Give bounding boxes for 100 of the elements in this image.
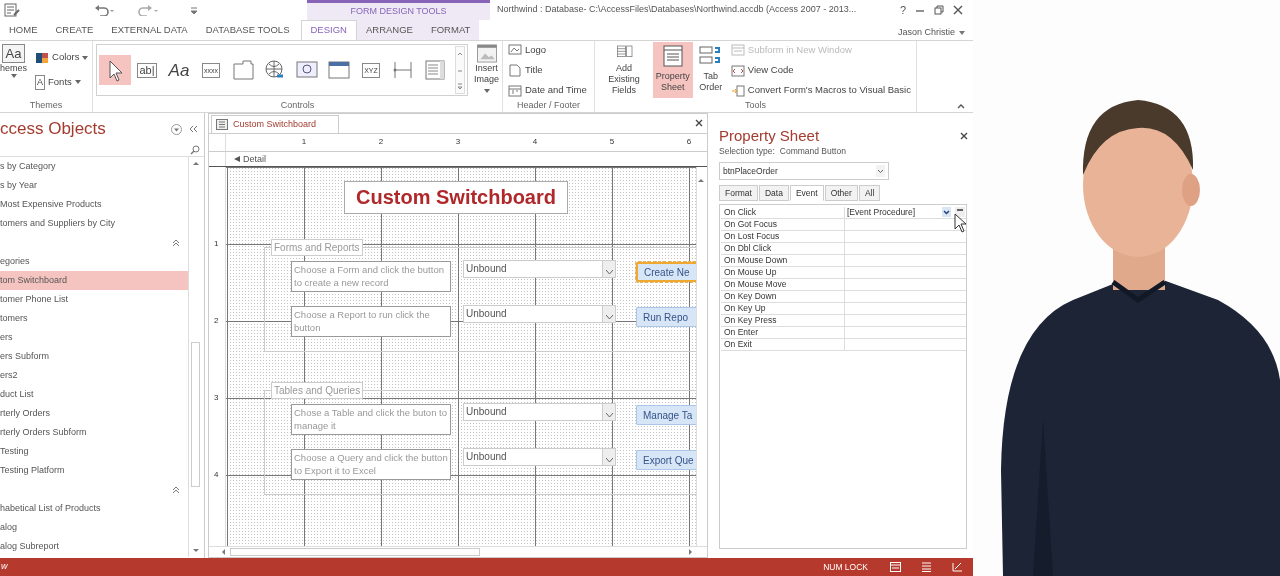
page-icon: [508, 63, 522, 77]
ruler-number: 2: [377, 136, 385, 148]
title-button[interactable]: Title: [506, 61, 589, 79]
tab-control-icon: [231, 58, 255, 82]
layout-view-icon[interactable]: [921, 562, 932, 572]
logo-button[interactable]: Logo: [506, 41, 589, 58]
nav-item[interactable]: s by Year: [0, 176, 188, 195]
colors-button[interactable]: Colors: [33, 49, 91, 66]
pointer-tool[interactable]: [99, 55, 131, 85]
sheet-tab[interactable]: All: [858, 185, 881, 201]
group-label: Tools: [744, 99, 767, 112]
nav-item[interactable]: habetical List of Products: [0, 499, 188, 518]
close-icon[interactable]: [953, 5, 963, 15]
command-button[interactable]: Create Ne: [636, 262, 696, 282]
collapse-ribbon-icon[interactable]: [957, 103, 965, 109]
themes-button[interactable]: Aa hemes: [0, 42, 30, 98]
nav-item[interactable]: Testing: [0, 442, 188, 461]
combo-box[interactable]: Unbound: [463, 448, 616, 466]
redo-icon[interactable]: [138, 4, 158, 16]
calendar-icon: [508, 83, 522, 97]
collapse-icon[interactable]: [172, 238, 180, 247]
nav-item[interactable]: tom Switchboard: [0, 271, 188, 290]
add-existing-fields-button[interactable]: Add Existing Fields: [598, 42, 650, 98]
nav-item[interactable]: Most Expensive Products: [0, 195, 188, 214]
combo-box[interactable]: Unbound: [463, 260, 616, 278]
form-view-icon[interactable]: [890, 562, 901, 572]
ribbon-tab[interactable]: DATABASE TOOLS: [196, 20, 299, 40]
combo-box[interactable]: Unbound: [463, 305, 616, 323]
object-combo[interactable]: btnPlaceOrder: [719, 162, 889, 180]
property-value[interactable]: [Event Procedure]: [845, 207, 966, 219]
property-sheet-button[interactable]: Property Sheet: [652, 42, 693, 98]
nav-item[interactable]: tomers: [0, 309, 188, 328]
ribbon-tab[interactable]: EXTERNAL DATA: [102, 20, 197, 40]
builder-icon[interactable]: [955, 207, 965, 217]
convert-button[interactable]: Convert Form's Macros to Visual Basic: [728, 82, 913, 99]
nav-item[interactable]: Testing Platform: [0, 461, 188, 480]
undo-icon[interactable]: [94, 4, 114, 16]
close-icon[interactable]: [695, 119, 703, 127]
group-label: Header / Footer: [516, 99, 581, 112]
nav-item[interactable]: ers Subform: [0, 347, 188, 366]
caret-icon: [959, 30, 965, 35]
collapse-icon[interactable]: [172, 485, 180, 494]
design-view-icon[interactable]: [952, 562, 963, 572]
combo-box[interactable]: Unbound: [463, 403, 616, 421]
restore-icon[interactable]: [934, 5, 944, 15]
document-tab[interactable]: Custom Switchboard: [211, 115, 340, 133]
form-icon[interactable]: [4, 3, 20, 17]
datetime-button[interactable]: Date and Time: [506, 82, 589, 99]
help-button[interactable]: ?: [899, 4, 906, 16]
ribbon-tab[interactable]: HOME: [0, 20, 47, 40]
property-name: On Mouse Up: [721, 267, 845, 279]
ruler-number: 5: [608, 136, 616, 148]
sheet-tab[interactable]: Data: [758, 185, 789, 201]
dropdown-arrow-icon[interactable]: [942, 207, 951, 217]
property-sheet-icon: [660, 44, 685, 68]
ribbon-tab[interactable]: CREATE: [46, 20, 103, 40]
nav-item[interactable]: tomer Phone List: [0, 290, 188, 309]
ruler-number: 1: [300, 136, 308, 148]
scroll-right-icon[interactable]: [687, 548, 695, 556]
nav-item[interactable]: rterly Orders: [0, 404, 188, 423]
search-icon[interactable]: [190, 145, 200, 155]
convert-icon: [730, 83, 745, 97]
sheet-tab[interactable]: Event: [789, 185, 824, 201]
code-button[interactable]: View Code: [728, 61, 913, 79]
fonts-button[interactable]: A Fonts: [33, 73, 91, 91]
nav-item[interactable]: rterly Orders Subform: [0, 423, 188, 442]
pane-title: ccess Objects: [0, 118, 106, 141]
sheet-tab[interactable]: Format: [719, 185, 758, 201]
command-button[interactable]: Manage Ta: [636, 405, 696, 425]
nav-item[interactable]: s by Category: [0, 157, 188, 176]
ribbon-tab[interactable]: ARRANGE: [356, 20, 422, 40]
command-button[interactable]: Export Que: [636, 450, 696, 470]
property-name: On Lost Focus: [721, 231, 845, 243]
status-indicator: NUM LOCK: [823, 560, 868, 574]
customize-icon[interactable]: [190, 6, 198, 14]
selection-type: Command Button: [779, 146, 846, 156]
nav-item[interactable]: ers: [0, 328, 188, 347]
ribbon-tab[interactable]: FORMAT: [421, 20, 480, 40]
nav-item[interactable]: ers2: [0, 366, 188, 385]
tab-order-button[interactable]: Tab Order: [695, 42, 726, 98]
nav-item[interactable]: alog: [0, 518, 188, 537]
list-box-icon: [423, 58, 447, 82]
form-title[interactable]: Custom Switchboard: [344, 181, 568, 214]
nav-item[interactable]: egories: [0, 252, 188, 271]
collapse-pane-icon[interactable]: [188, 125, 198, 133]
sheet-tab[interactable]: Other: [824, 185, 858, 201]
account-name[interactable]: Jason Christie: [897, 20, 973, 40]
scrollbar-thumb[interactable]: [191, 342, 200, 487]
nav-item[interactable]: duct List: [0, 385, 188, 404]
nav-item[interactable]: alog Subreport: [0, 537, 188, 556]
dropdown-icon[interactable]: [171, 123, 182, 135]
nav-item[interactable]: tomers and Suppliers by City: [0, 214, 188, 233]
ribbon-tab[interactable]: DESIGN: [300, 20, 357, 40]
insert-image-button[interactable]: Insert Image: [471, 42, 502, 98]
command-button[interactable]: Run Repo: [636, 307, 696, 327]
property-name: On Exit: [721, 339, 845, 351]
scroll-down-icon[interactable]: [191, 547, 200, 555]
ruler-number: 6: [685, 136, 693, 148]
scroll-up-icon[interactable]: [191, 159, 200, 167]
scrollbar-thumb[interactable]: [230, 548, 480, 556]
